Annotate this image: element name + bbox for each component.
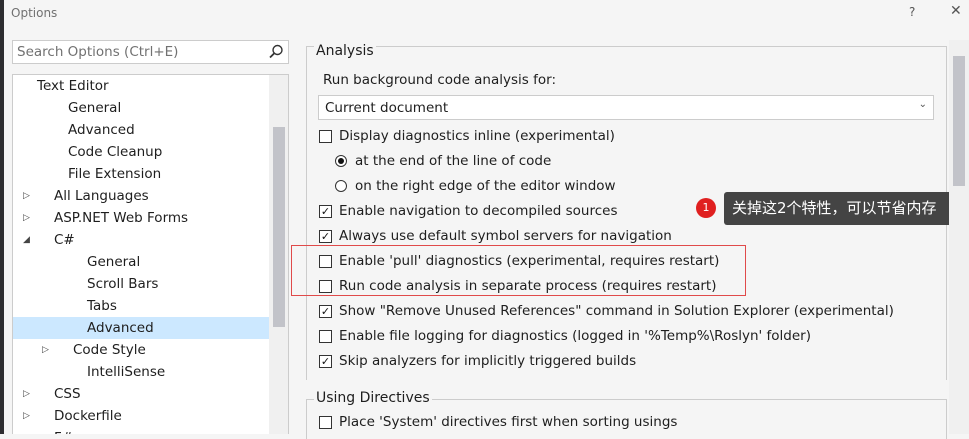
tree-node-label: Code Style xyxy=(73,342,146,358)
options-scrollbar-thumb[interactable] xyxy=(953,56,965,186)
tree-node[interactable]: ▷ Dockerfile xyxy=(13,405,269,427)
option-label: Display diagnostics inline (experimental… xyxy=(339,128,615,144)
tree-node[interactable]: Advanced xyxy=(13,119,269,141)
tree-node[interactable]: ◢ Text Editor xyxy=(13,75,269,97)
annotation-badge: 1 xyxy=(696,198,716,218)
expand-arrow-icon[interactable]: ▷ xyxy=(42,339,49,361)
option-label: Show "Remove Unused References" command … xyxy=(339,303,894,319)
background-editor-edge xyxy=(0,0,4,434)
close-button[interactable]: ✕ xyxy=(950,3,962,19)
tree-node-label: ASP.NET Web Forms xyxy=(54,210,189,226)
search-icon[interactable] xyxy=(267,43,285,61)
using-directives-title: Using Directives xyxy=(314,390,432,406)
tree-node[interactable]: ▷ All Languages xyxy=(13,185,269,207)
tree-node-label: F# xyxy=(54,427,73,434)
checkbox[interactable] xyxy=(319,330,332,343)
options-dialog: Options ? ✕ Search Options (Ctrl+E) ◢ Tex… xyxy=(0,0,969,439)
checkbox[interactable]: ✓ xyxy=(319,230,332,243)
tree-node-label: Scroll Bars xyxy=(87,276,159,292)
tree-node-label: Dockerfile xyxy=(54,408,122,424)
tree-node-label: Text Editor xyxy=(37,78,109,94)
tree-node-label: Advanced xyxy=(87,320,154,336)
tree-node[interactable]: Scroll Bars xyxy=(13,273,269,295)
expand-arrow-icon[interactable]: ▷ xyxy=(23,405,30,427)
expand-arrow-icon[interactable]: ▷ xyxy=(23,185,30,207)
checkbox[interactable]: ✓ xyxy=(319,305,332,318)
tree-node-label: Advanced xyxy=(68,122,135,138)
tree-node-label: File Extension xyxy=(68,166,162,182)
options-tree: ◢ Text Editor General Advanced Code Cleanup F… xyxy=(12,74,289,434)
tree-node[interactable]: ▷ CSS xyxy=(13,383,269,405)
option-label: Place 'System' directives first when sor… xyxy=(339,414,678,430)
tree-node[interactable]: ▷ ASP.NET Web Forms xyxy=(13,207,269,229)
tree-node[interactable]: General xyxy=(13,251,269,273)
help-button[interactable]: ? xyxy=(909,5,915,19)
run-analysis-label: Run background code analysis for: xyxy=(323,72,556,88)
tree-node[interactable]: ◢ C# xyxy=(13,229,269,251)
tree-node[interactable]: File Extension xyxy=(13,163,269,185)
tree-node-label: IntelliSense xyxy=(87,364,166,380)
analysis-group-title: Analysis xyxy=(314,43,376,59)
tree-node-label: General xyxy=(68,100,122,116)
radio-button[interactable] xyxy=(335,180,347,192)
checkbox[interactable]: ✓ xyxy=(319,205,332,218)
tree-node-label: General xyxy=(87,254,141,270)
collapse-arrow-icon[interactable]: ◢ xyxy=(12,75,13,97)
options-scrollbar[interactable] xyxy=(949,40,969,434)
tree-scrollbar[interactable] xyxy=(269,75,288,434)
option-label: Enable navigation to decompiled sources xyxy=(339,203,618,219)
run-analysis-dropdown[interactable]: Current document ⌄ xyxy=(318,95,934,120)
tree-node-label: C# xyxy=(54,232,75,248)
checkbox[interactable]: ✓ xyxy=(319,355,332,368)
window-title: Options xyxy=(11,6,58,20)
tree-node[interactable]: ▷ Code Style xyxy=(13,339,269,361)
tree-node-label: Tabs xyxy=(87,298,117,314)
option-label: Skip analyzers for implicitly triggered … xyxy=(339,353,637,369)
expand-arrow-icon[interactable]: ▷ xyxy=(23,207,30,229)
collapse-arrow-icon[interactable]: ◢ xyxy=(23,229,30,251)
expand-arrow-icon[interactable]: ▷ xyxy=(23,383,30,405)
run-analysis-value: Current document xyxy=(325,100,449,116)
option-label: on the right edge of the editor window xyxy=(355,178,616,194)
option-label: Always use default symbol servers for na… xyxy=(339,228,672,244)
tree-node[interactable]: Tabs xyxy=(13,295,269,317)
tree-node-label: All Languages xyxy=(54,188,149,204)
radio-button[interactable] xyxy=(335,155,347,167)
search-input[interactable]: Search Options (Ctrl+E) xyxy=(12,40,289,64)
tree-node[interactable]: ▷ F# xyxy=(13,427,269,434)
option-label: Enable file logging for diagnostics (log… xyxy=(339,328,811,344)
checkbox[interactable] xyxy=(319,130,332,143)
tree-node-label: CSS xyxy=(54,386,81,402)
chevron-down-icon: ⌄ xyxy=(918,99,927,110)
tree-node-label: Code Cleanup xyxy=(68,144,163,160)
expand-arrow-icon[interactable]: ▷ xyxy=(23,427,30,434)
search-placeholder: Search Options (Ctrl+E) xyxy=(17,44,179,60)
tree-node[interactable]: Advanced xyxy=(13,317,269,339)
tree-node[interactable]: Code Cleanup xyxy=(13,141,269,163)
checkbox[interactable] xyxy=(319,416,332,429)
tree-node[interactable]: IntelliSense xyxy=(13,361,269,383)
tree-node[interactable]: General xyxy=(13,97,269,119)
option-label: at the end of the line of code xyxy=(355,153,552,169)
tree-scrollbar-thumb[interactable] xyxy=(273,127,285,327)
annotation-callout: 关掉这2个特性，可以节省内存 xyxy=(724,192,958,225)
annotation-highlight-box xyxy=(291,245,746,296)
